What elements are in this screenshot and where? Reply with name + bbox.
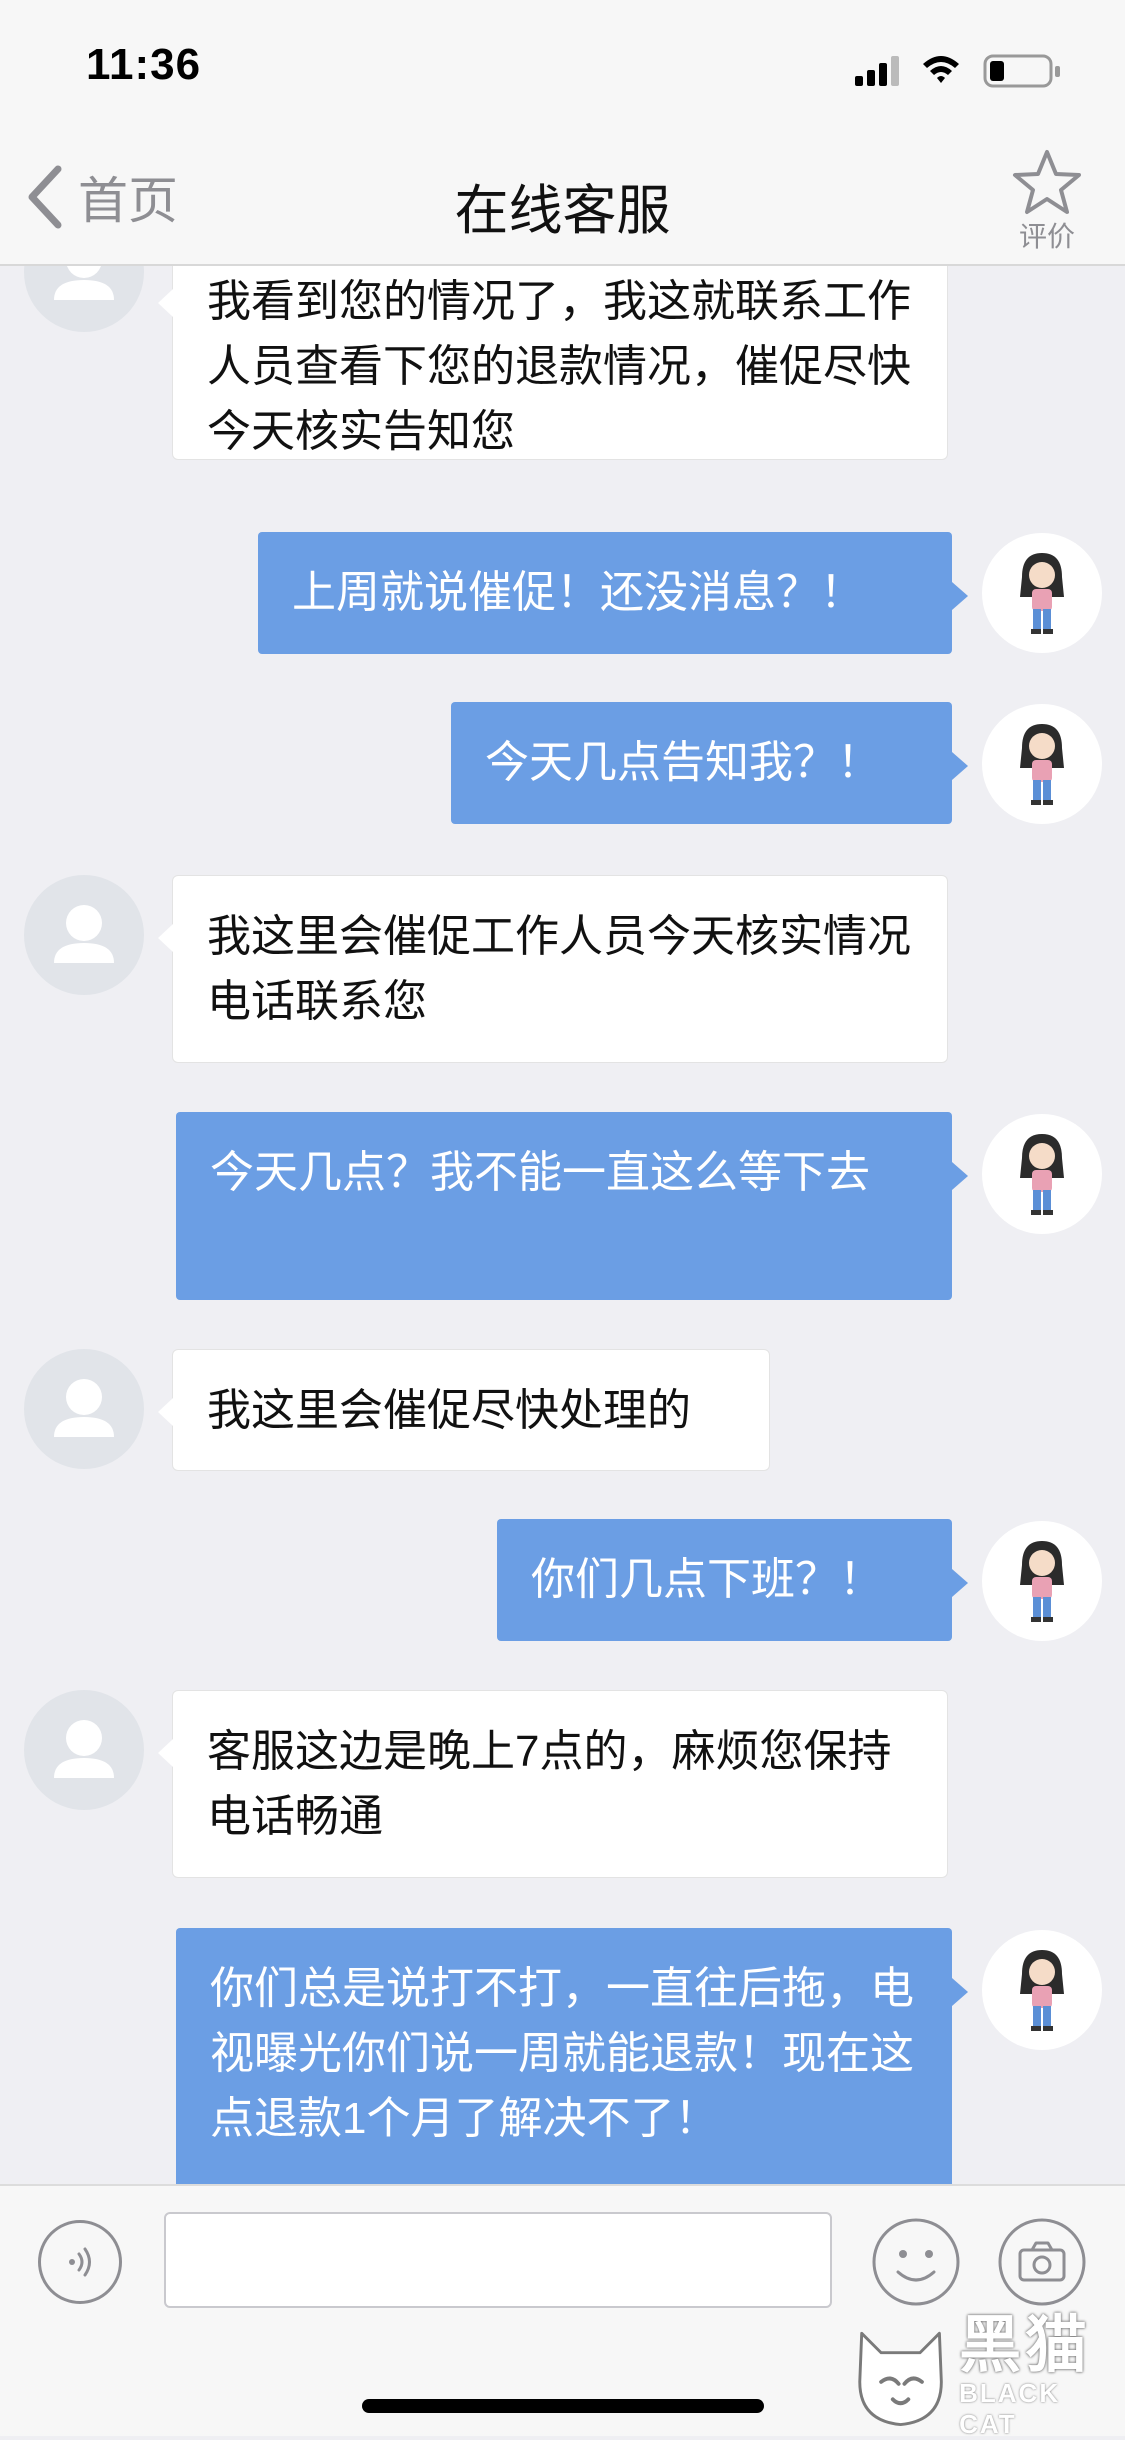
agent-avatar bbox=[24, 266, 144, 332]
star-icon bbox=[1013, 150, 1081, 214]
agent-message: 我这里会催促工作人员今天核实情况电话联系您 bbox=[158, 875, 948, 1063]
user-avatar bbox=[982, 1521, 1102, 1641]
signal-icon bbox=[855, 56, 899, 86]
chat-list[interactable]: 我看到您的情况了，我这就联系工作人员查看下您的退款情况，催促尽快今天核实告知您 … bbox=[0, 266, 1125, 2184]
rate-button[interactable]: 评价 bbox=[1007, 148, 1087, 255]
girl-avatar-icon bbox=[1020, 1134, 1064, 1215]
person-icon bbox=[54, 1379, 114, 1437]
voice-button[interactable] bbox=[38, 2220, 122, 2304]
voice-icon bbox=[69, 2247, 91, 2277]
status-icons bbox=[855, 50, 1085, 95]
watermark-cn: 黑猫 bbox=[959, 2311, 1092, 2380]
status-time: 11:36 bbox=[86, 40, 202, 89]
girl-avatar-icon bbox=[1020, 1541, 1064, 1622]
agent-message: 我这里会催促尽快处理的 bbox=[158, 1349, 770, 1471]
emoji-button[interactable] bbox=[870, 2216, 962, 2308]
cat-logo-icon bbox=[858, 2331, 943, 2427]
user-message: 你们几点下班？！ bbox=[497, 1519, 968, 1641]
user-message: 今天几点？我不能一直这么等下去 bbox=[176, 1112, 968, 1300]
user-message: 上周就说催促！还没消息？！ bbox=[258, 532, 968, 654]
message-input[interactable] bbox=[164, 2212, 832, 2308]
user-avatar bbox=[982, 1114, 1102, 1234]
girl-avatar-icon bbox=[1020, 1950, 1064, 2031]
camera-button[interactable] bbox=[996, 2216, 1088, 2308]
home-indicator[interactable] bbox=[362, 2399, 764, 2413]
camera-icon bbox=[998, 2218, 1086, 2306]
watermark: 黑猫 BLACK CAT bbox=[852, 2314, 1122, 2439]
user-avatar bbox=[982, 704, 1102, 824]
smiley-icon bbox=[872, 2218, 960, 2306]
user-message: 今天几点告知我？！ bbox=[451, 702, 968, 824]
input-bar bbox=[0, 2184, 1125, 2338]
person-icon bbox=[54, 266, 114, 300]
watermark-en: BLACK CAT bbox=[959, 2378, 1061, 2439]
person-icon bbox=[54, 1720, 114, 1778]
girl-avatar-icon bbox=[1020, 553, 1064, 634]
user-avatar bbox=[982, 1930, 1102, 2050]
battery-icon bbox=[983, 54, 1060, 88]
rate-label: 评价 bbox=[1018, 221, 1075, 252]
agent-message: 客服这边是晚上7点的，麻烦您保持电话畅通 bbox=[158, 1690, 948, 1878]
wifi-icon bbox=[923, 56, 959, 83]
agent-avatar bbox=[24, 1349, 144, 1469]
nav-bar: 首页 在线客服 评价 bbox=[0, 132, 1125, 266]
girl-avatar-icon bbox=[1020, 724, 1064, 805]
user-avatar bbox=[982, 533, 1102, 653]
person-icon bbox=[54, 905, 114, 963]
agent-avatar bbox=[24, 875, 144, 995]
agent-avatar bbox=[24, 1690, 144, 1810]
agent-message: 我看到您的情况了，我这就联系工作人员查看下您的退款情况，催促尽快今天核实告知您 bbox=[158, 266, 948, 460]
status-bar: 11:36 bbox=[0, 0, 1125, 132]
page-title: 在线客服 bbox=[454, 181, 671, 241]
user-message: 你们总是说打不打，一直往后拖，电视曝光你们说一周就能退款！现在这点退款1个月了解… bbox=[176, 1928, 968, 2184]
